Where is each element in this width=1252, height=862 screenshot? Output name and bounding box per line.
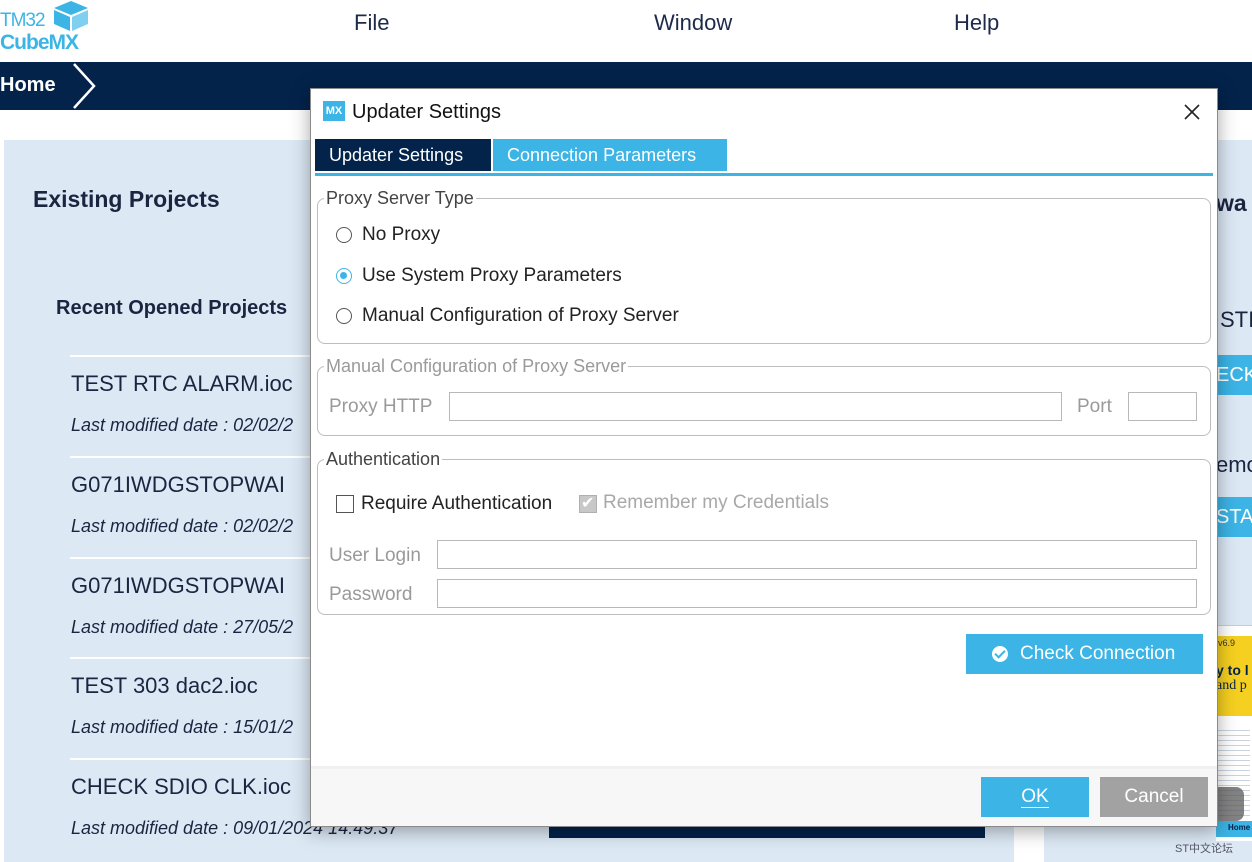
project-name: TEST RTC ALARM.ioc (71, 371, 293, 396)
tab-updater-settings[interactable]: Updater Settings (315, 139, 491, 171)
check-circle-icon (992, 646, 1008, 662)
right-button-2-label: STAL (1216, 506, 1252, 528)
thumbnail-line-1: y to l (1216, 662, 1249, 678)
project-name: G071IWDGSTOPWAI (71, 573, 285, 598)
authentication-legend: Authentication (326, 449, 441, 469)
remember-credentials-checkbox[interactable] (579, 493, 597, 513)
project-name: G071IWDGSTOPWAI (71, 472, 285, 497)
recent-projects-title: Recent Opened Projects (56, 297, 288, 319)
chevron-right-icon (73, 63, 96, 109)
app-logo: TM32 CubeMX (0, 0, 100, 62)
cancel-button[interactable]: Cancel (1100, 777, 1208, 817)
password-input[interactable] (437, 579, 1197, 608)
radio-button[interactable] (336, 227, 352, 243)
ok-button[interactable]: OK (981, 777, 1089, 817)
list-divider (70, 557, 330, 559)
ok-label: OK (1021, 786, 1049, 808)
existing-projects-title: Existing Projects (33, 186, 220, 212)
project-date: Last modified date : 02/02/2 (71, 415, 294, 435)
proxy-server-type-legend: Proxy Server Type (326, 188, 474, 208)
radio-button[interactable] (336, 308, 352, 324)
project-date: Last modified date : 02/02/2 (71, 516, 294, 536)
list-divider (70, 758, 330, 760)
password-label: Password (329, 584, 413, 605)
breadcrumb-home[interactable]: Home (0, 74, 56, 97)
port-label: Port (1077, 396, 1112, 417)
right-button-1-label: ECK (1216, 364, 1252, 386)
radio-label: Manual Configuration of Proxy Server (362, 305, 679, 326)
cube-icon (54, 1, 88, 31)
list-divider (70, 355, 330, 357)
list-divider (70, 657, 330, 659)
radio-button-selected[interactable] (336, 268, 352, 284)
dialog-titlebar: MX Updater Settings (311, 89, 1217, 133)
radio-label: Use System Proxy Parameters (362, 265, 622, 286)
menu-bar: TM32 CubeMX File Window Help (0, 0, 1252, 62)
right-heading: wa (1216, 190, 1247, 216)
project-date: Last modified date : 27/05/2 (71, 617, 294, 637)
menu-file[interactable]: File (354, 10, 389, 36)
right-button-2[interactable]: STAL (1216, 497, 1252, 537)
dialog-footer: OK Cancel (311, 769, 1217, 826)
manual-proxy-legend: Manual Configuration of Proxy Server (326, 356, 627, 376)
project-name: CHECK SDIO CLK.ioc (71, 774, 292, 799)
logo-text-bottom: CubeMX (0, 31, 79, 54)
project-name: TEST 303 dac2.ioc (71, 673, 258, 698)
mx-app-icon: MX (323, 101, 345, 121)
radio-label: No Proxy (362, 224, 441, 245)
logo-text-top: TM32 (0, 10, 46, 31)
remember-credentials-label: Remember my Credentials (603, 492, 829, 513)
project-date: Last modified date : 15/01/2 (71, 717, 294, 737)
right-text-2: emo (1216, 452, 1252, 477)
menu-window[interactable]: Window (654, 10, 732, 36)
right-button-1[interactable]: ECK (1216, 355, 1252, 395)
dialog-tabs: Updater Settings Connection Parameters (315, 139, 1213, 176)
proxy-http-label: Proxy HTTP (329, 396, 433, 417)
user-login-input[interactable] (437, 540, 1197, 569)
check-connection-label: Check Connection (1020, 643, 1176, 664)
thumbnail-version: v6.9 (1218, 638, 1236, 648)
proxy-http-input[interactable] (449, 392, 1062, 421)
background-button-strip (549, 826, 985, 838)
right-text-1: STI (1220, 307, 1252, 332)
thumbnail-line-2: and p (1216, 678, 1247, 693)
close-icon[interactable] (1179, 99, 1205, 125)
watermark-text: ST中文论坛 (1175, 843, 1234, 855)
list-divider (70, 456, 330, 458)
check-connection-button[interactable]: Check Connection (966, 634, 1203, 674)
port-input[interactable] (1128, 392, 1197, 421)
user-login-label: User Login (329, 545, 421, 566)
dialog-title: Updater Settings (352, 101, 501, 123)
updater-settings-dialog: MX Updater Settings Updater Settings Con… (310, 88, 1218, 827)
tab-connection-parameters[interactable]: Connection Parameters (493, 139, 727, 171)
cancel-label: Cancel (1124, 786, 1184, 807)
require-auth-checkbox[interactable] (336, 495, 354, 513)
menu-help[interactable]: Help (954, 10, 999, 36)
require-auth-label: Require Authentication (361, 493, 553, 514)
